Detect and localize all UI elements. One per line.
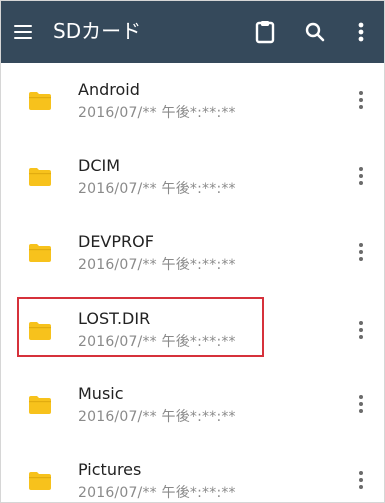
more-vert-icon[interactable] [347,18,375,46]
folder-date: 2016/07/** 午後*:**:** [78,105,236,121]
folder-date: 2016/07/** 午後*:**:** [78,257,236,273]
folder-icon [29,168,51,186]
folder-icon [29,396,51,414]
list-item[interactable]: Android 2016/07/** 午後*:**:** [1,63,384,139]
app-bar: SDカード [1,1,384,63]
clipboard-icon[interactable] [251,18,279,46]
folder-date: 2016/07/** 午後*:**:** [78,181,236,197]
folder-name: Pictures [78,460,142,479]
item-more-icon[interactable] [355,395,367,415]
folder-name: DCIM [78,156,121,175]
item-more-icon[interactable] [355,321,367,341]
folder-icon [29,92,51,110]
folder-icon [29,472,51,490]
menu-icon[interactable] [11,19,37,45]
folder-date: 2016/07/** 午後*:**:** [78,409,236,425]
list-item[interactable]: Pictures 2016/07/** 午後*:**:** [1,443,384,502]
item-more-icon[interactable] [355,243,367,263]
app-title: SDカード [53,19,142,43]
item-more-icon[interactable] [355,167,367,187]
folder-icon [29,244,51,262]
search-icon[interactable] [301,18,329,46]
item-more-icon[interactable] [355,91,367,111]
list-item[interactable]: DCIM 2016/07/** 午後*:**:** [1,139,384,215]
item-more-icon[interactable] [355,471,367,491]
folder-date: 2016/07/** 午後*:**:** [78,485,236,501]
folder-name: Android [78,80,140,99]
list-item[interactable]: Music 2016/07/** 午後*:**:** [1,367,384,443]
screen: SDカード Android 2016/07/** 午後*:**:** DCIM … [0,0,385,503]
selection-highlight-box [17,297,264,357]
folder-name: Music [78,384,124,403]
folder-name: DEVPROF [78,232,154,251]
list-item[interactable]: DEVPROF 2016/07/** 午後*:**:** [1,215,384,291]
